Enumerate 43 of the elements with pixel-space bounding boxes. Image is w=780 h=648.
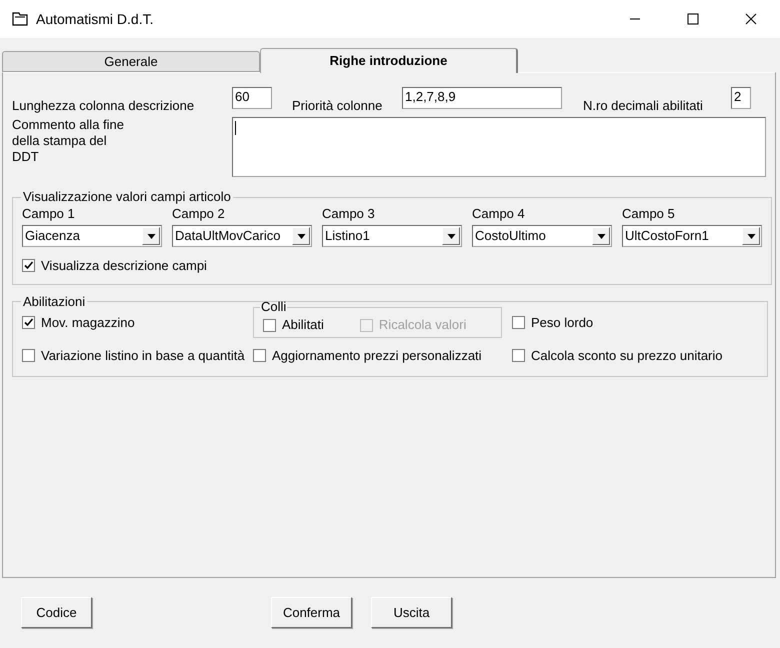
comment-text-area[interactable] — [232, 117, 766, 177]
checkbox-label[interactable]: Calcola sconto su prezzo unitario — [531, 346, 722, 366]
text-cursor — [234, 121, 236, 135]
comment-label: Commento alla fine della stampa del DDT — [12, 117, 125, 165]
checkbox[interactable] — [512, 349, 525, 362]
checkbox-label[interactable]: Visualizza descrizione campi — [41, 256, 207, 276]
checkbox-label[interactable]: Peso lordo — [531, 312, 594, 332]
checkbox[interactable] — [263, 318, 276, 332]
dropdown[interactable]: CostoUltimo — [472, 225, 612, 247]
dialog-button[interactable]: Codice — [21, 597, 92, 628]
window-title: Automatismi D.d.T. — [36, 10, 154, 28]
checkbox-label[interactable]: Variazione listino in base a quantità — [41, 346, 245, 366]
checkbox[interactable] — [253, 349, 266, 362]
checkbox-label[interactable]: Aggiornamento prezzi personalizzati — [272, 346, 482, 366]
group-title: Abilitazioni — [22, 294, 86, 308]
dropdown[interactable]: Listino1 — [322, 225, 462, 247]
dropdown[interactable]: UltCostoForn1 — [622, 225, 762, 247]
field-label: Lunghezza colonna descrizione — [12, 97, 196, 115]
folder-icon — [12, 12, 28, 26]
group-title: Colli — [260, 301, 288, 313]
field-label: Campo 5 — [622, 206, 676, 222]
input-field[interactable]: 60 — [232, 87, 272, 109]
input-field[interactable]: 2 — [731, 87, 751, 109]
dropdown[interactable]: DataUltMovCarico — [172, 225, 312, 247]
field-label: Campo 2 — [172, 206, 226, 222]
field-label: Priorità colonne — [292, 97, 384, 115]
checkbox[interactable] — [22, 259, 35, 272]
group-title: Visualizzazione valori campi articolo — [22, 190, 232, 204]
tab[interactable]: Generale — [2, 51, 260, 72]
checkbox-label[interactable]: Mov. magazzino — [41, 312, 135, 332]
checkbox[interactable] — [22, 349, 35, 362]
checkbox-label[interactable]: Abilitati — [282, 315, 324, 335]
dropdown[interactable]: Giacenza — [22, 225, 162, 247]
checkbox[interactable] — [512, 316, 525, 329]
tab[interactable]: Righe introduzione — [260, 48, 518, 73]
dialog-button[interactable]: Conferma — [271, 597, 352, 628]
field-label: N.ro decimali abilitati — [583, 97, 704, 115]
field-label: Campo 4 — [472, 206, 526, 222]
field-label: Campo 3 — [322, 206, 376, 222]
checkbox[interactable] — [22, 316, 35, 329]
field-label: Campo 1 — [22, 206, 76, 222]
dialog-button[interactable]: Uscita — [371, 597, 452, 628]
input-field[interactable]: 1,2,7,8,9 — [402, 87, 562, 109]
